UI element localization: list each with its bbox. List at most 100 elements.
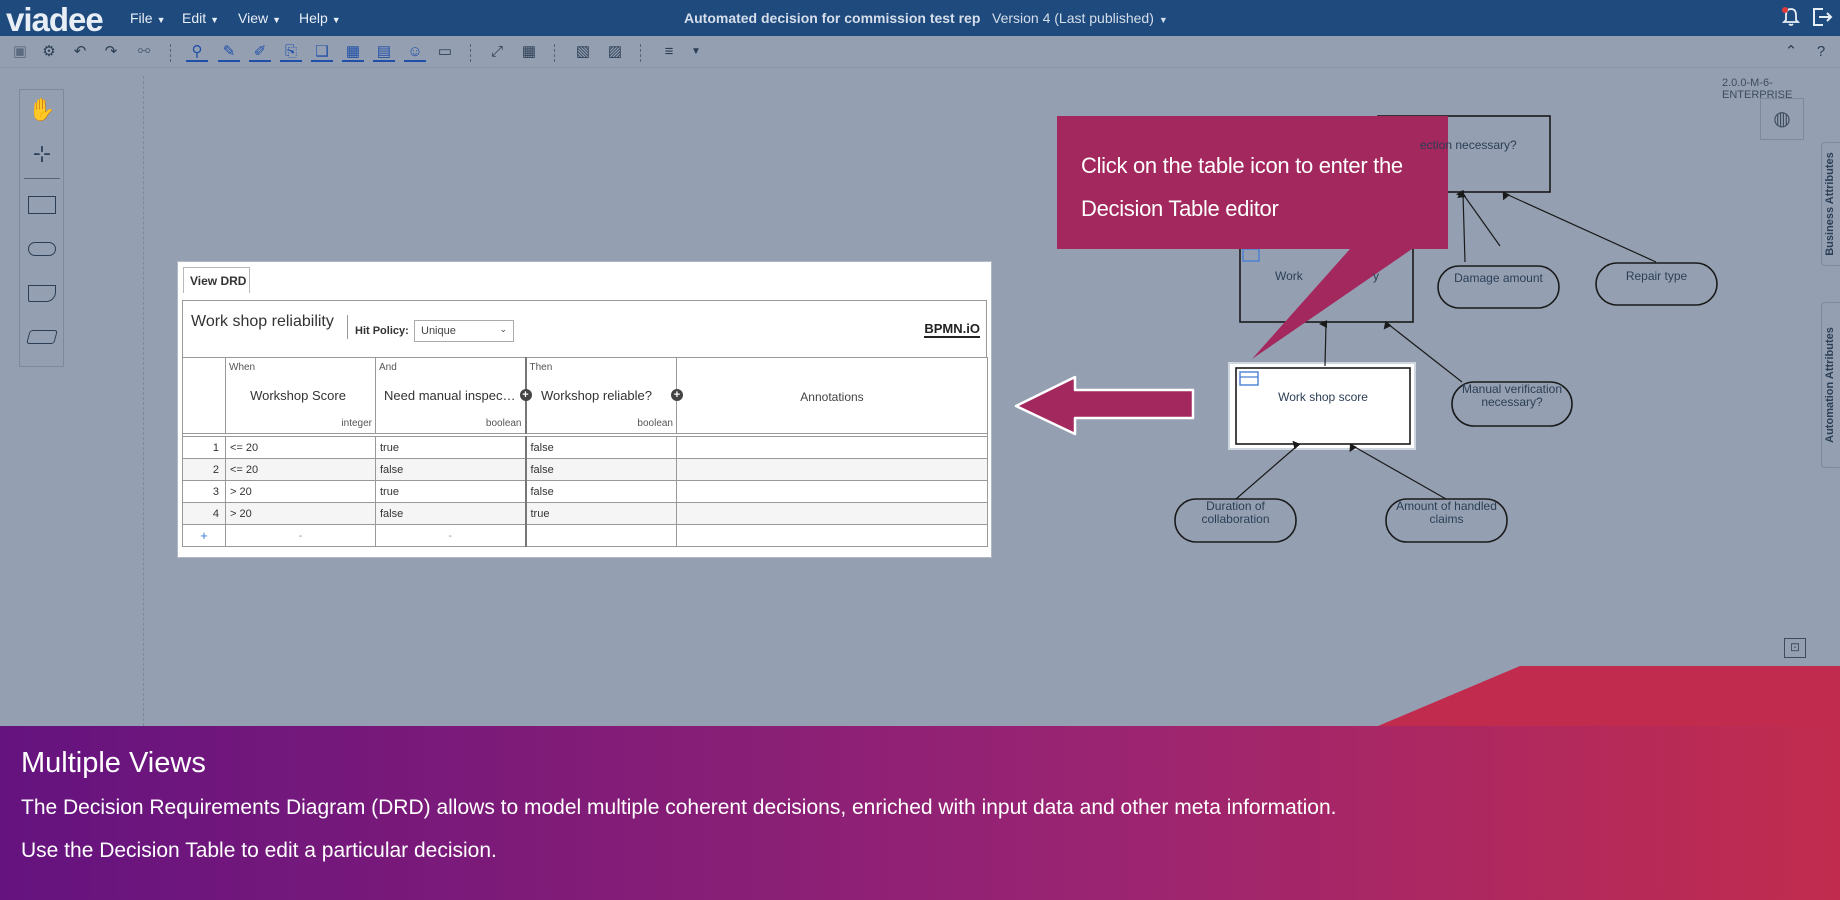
edit-link-icon[interactable]: ✎ (218, 42, 240, 62)
clause-label: Then (529, 362, 553, 373)
add-rule-row[interactable]: + - - (182, 524, 988, 547)
table-cell[interactable]: <= 20 (225, 458, 376, 481)
table-cell[interactable] (676, 502, 988, 525)
decision-table-icon[interactable] (1242, 248, 1260, 262)
edge (1319, 320, 1328, 367)
comment-link-icon[interactable]: ☺ (404, 42, 426, 62)
collapse-icon[interactable]: ⌃ (1780, 42, 1802, 62)
node-label-line: collaboration (1201, 512, 1270, 526)
knowledge-source-shape-icon[interactable] (28, 285, 56, 302)
table-row[interactable]: 4 > 20 false true (182, 502, 988, 525)
decision-node-reliability[interactable] (1239, 245, 1414, 323)
decision-table-icon[interactable] (1239, 371, 1259, 386)
align-icon[interactable]: ≡ (658, 42, 680, 62)
add-output-icon[interactable]: + (671, 389, 683, 401)
menu-file[interactable]: File ▼ (130, 10, 165, 26)
table-cell[interactable] (676, 524, 988, 547)
attach-link-icon[interactable]: ⚲ (186, 42, 208, 62)
grid-icon[interactable]: ▦ (518, 42, 540, 62)
table-cell[interactable]: true (375, 436, 526, 459)
table-cell[interactable]: > 20 (225, 480, 376, 503)
export-png-icon[interactable]: ▨ (604, 42, 626, 62)
fullscreen-icon[interactable]: ⤢ (486, 42, 508, 62)
table-cell[interactable] (676, 458, 988, 481)
version-dropdown[interactable]: Version 4 (Last published) ▼ (992, 10, 1168, 26)
node-label-line: Manual verification (1461, 382, 1563, 396)
hand-tool-icon[interactable]: ✋ (28, 96, 56, 124)
lasso-tool-icon[interactable]: ⊹ (28, 140, 56, 168)
export-xml-icon[interactable]: ▧ (572, 42, 594, 62)
undo-icon[interactable]: ↶ (69, 42, 91, 62)
menu-view[interactable]: View ▼ (238, 10, 281, 26)
row-number-header (182, 357, 226, 434)
table-row[interactable]: 3 > 20 true false (182, 480, 988, 503)
input-column-manual-inspection[interactable]: And Need manual inspection? boolean + (375, 357, 532, 434)
fit-viewport-icon[interactable]: ⊡ (1784, 638, 1806, 658)
callout-text: Click on the table icon to enter the Dec… (1081, 144, 1431, 230)
table-header-row: When Workshop Score integer And Need man… (182, 357, 988, 434)
node-label: Amount of handled claims (1386, 500, 1507, 526)
automation-attributes-tab[interactable]: Automation Attributes (1821, 302, 1840, 468)
decision-shape-icon[interactable] (28, 196, 56, 214)
table-cell[interactable] (524, 524, 677, 547)
node-label: Work (1275, 269, 1303, 283)
selection-frame (1228, 362, 1416, 450)
table-cell[interactable]: - (375, 524, 526, 547)
logout-icon[interactable] (1810, 6, 1834, 34)
toolbar: ▣ ⚙ ↶ ↷ ⚯ ⚲ ✎ ✐ ⎘ ❑ ▦ ▤ ☺ ▭ ⤢ ▦ ▧ ▨ ≡ ▼ … (0, 36, 1840, 68)
add-rule-icon[interactable]: + (182, 524, 226, 547)
node-label: Manual verification necessary? (1452, 383, 1572, 409)
table-cell[interactable]: false (375, 502, 526, 525)
notification-bell-icon[interactable] (1780, 6, 1802, 34)
column-type: integer (341, 418, 372, 429)
table-cell[interactable]: false (524, 458, 677, 481)
view-drd-tab[interactable]: View DRD (183, 267, 250, 293)
table-cell[interactable]: false (524, 480, 677, 503)
chevron-down-icon[interactable]: ▼ (685, 42, 707, 62)
table-cell[interactable]: false (375, 458, 526, 481)
output-column-workshop-reliable[interactable]: Then Workshop reliable? boolean + (524, 357, 683, 434)
node-label: Damage amount (1454, 271, 1543, 285)
book-link-icon[interactable]: ▤ (373, 42, 395, 62)
node-label-line: claims (1429, 512, 1464, 526)
header-divider (347, 315, 348, 339)
business-attributes-tab[interactable]: Business Attributes (1821, 142, 1840, 266)
annotations-label: Annotations (800, 390, 864, 404)
input-column-workshop-score[interactable]: When Workshop Score integer (225, 357, 376, 434)
file-link-icon[interactable]: ❑ (311, 42, 333, 62)
link-icon[interactable]: ⚯ (133, 42, 155, 62)
column-label: Need manual inspection? (384, 388, 516, 403)
save-icon[interactable]: ▣ (9, 42, 31, 62)
add-input-icon[interactable]: + (519, 389, 532, 401)
chevron-down-icon: ▼ (272, 15, 282, 25)
table-cell[interactable]: true (375, 480, 526, 503)
table-row[interactable]: 1 <= 20 true false (182, 436, 988, 459)
globe-icon[interactable]: ◍ (1760, 98, 1804, 140)
table-row[interactable]: 2 <= 20 false false (182, 458, 988, 481)
menu-edit[interactable]: Edit ▼ (182, 10, 219, 26)
table-cell[interactable]: <= 20 (225, 436, 376, 459)
edge (1383, 320, 1463, 383)
redo-icon[interactable]: ↷ (100, 42, 122, 62)
input-data-shape-icon[interactable] (28, 242, 56, 256)
menu-help[interactable]: Help ▼ (299, 10, 341, 26)
table-cell[interactable] (676, 436, 988, 459)
business-knowledge-shape-icon[interactable] (26, 330, 58, 344)
bpmn-io-logo: BPMN.iO (924, 321, 980, 338)
table-cell[interactable]: > 20 (225, 502, 376, 525)
table-cell[interactable]: false (524, 436, 677, 459)
settings-gear-icon[interactable]: ⚙ (38, 42, 60, 62)
decision-table-header: Work shop reliability Hit Policy: Unique… (182, 300, 987, 357)
edge (1349, 443, 1447, 500)
decision-node-score[interactable] (1235, 367, 1411, 445)
help-icon[interactable]: ? (1810, 42, 1832, 62)
table-cell[interactable]: - (225, 524, 376, 547)
table-cell[interactable] (676, 480, 988, 503)
attachment-link-icon[interactable]: ⎘ (280, 42, 302, 62)
table-cell[interactable]: true (524, 502, 677, 525)
table-link-icon[interactable]: ▦ (342, 42, 364, 62)
document-link-icon[interactable]: ✐ (249, 42, 271, 62)
node-label: Repair type (1625, 269, 1688, 283)
keyboard-icon[interactable]: ▭ (434, 42, 456, 62)
hit-policy-select[interactable]: Unique ⌄ (414, 320, 514, 342)
